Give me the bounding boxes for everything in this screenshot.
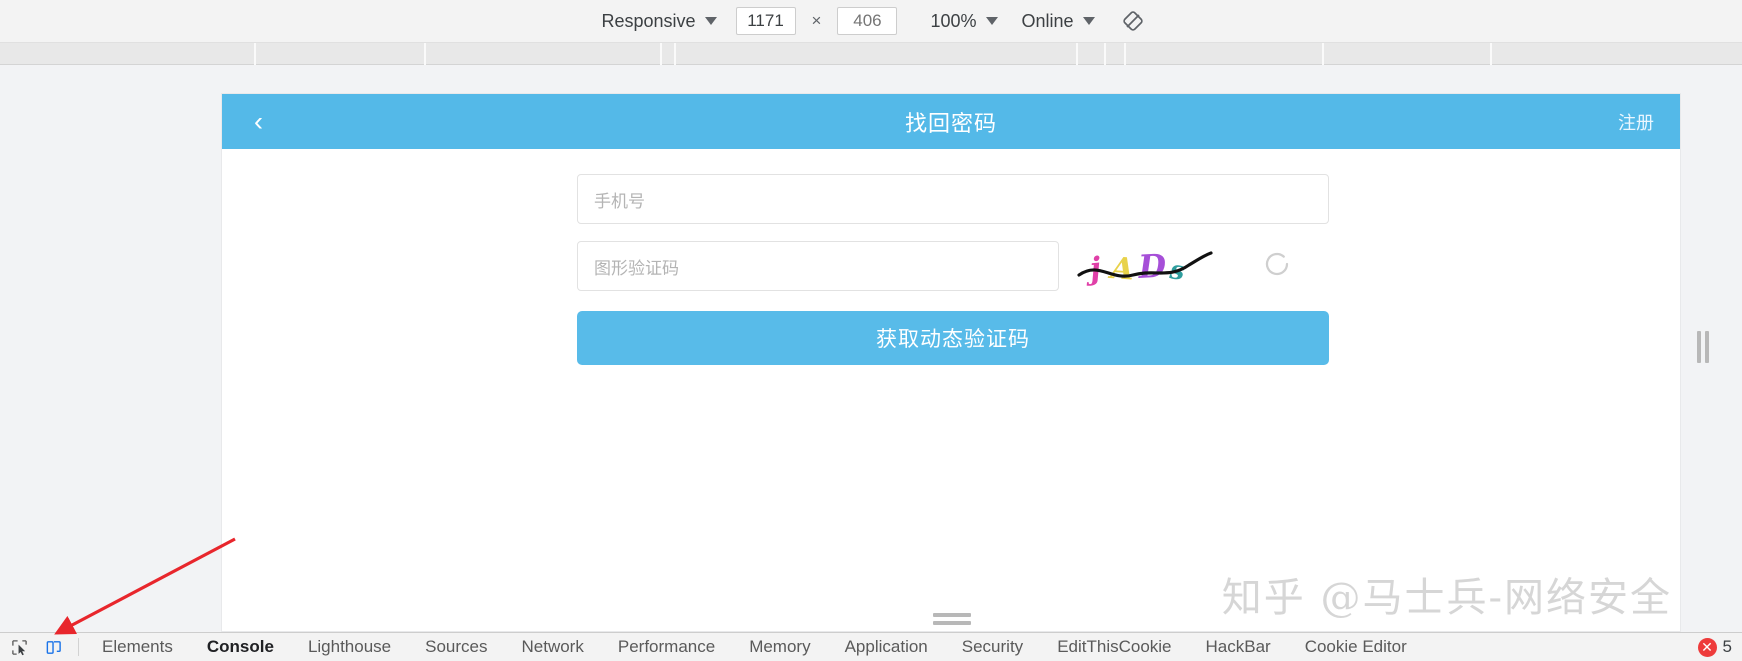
tab-lighthouse[interactable]: Lighthouse — [291, 633, 408, 661]
device-toolbar-icon — [46, 640, 61, 654]
captcha-input[interactable]: 图形验证码 — [577, 241, 1059, 291]
inspect-element-icon — [11, 639, 27, 655]
back-arrow-icon[interactable]: ‹ — [244, 104, 273, 139]
zoom-label: 100% — [930, 10, 977, 31]
get-verification-code-button[interactable]: 获取动态验证码 — [577, 311, 1329, 365]
dimension-separator: × — [811, 11, 822, 30]
tab-network[interactable]: Network — [505, 633, 601, 661]
emulated-viewport-area: ‹ 找回密码 注册 手机号 图形验证码 j A D s 获取动态验证码 知乎 @… — [0, 65, 1742, 632]
watermark: 知乎 @马士兵-网络安全 — [1221, 575, 1672, 621]
device-preset-dropdown[interactable]: Responsive — [596, 8, 721, 35]
tab-performance[interactable]: Performance — [601, 633, 732, 661]
browser-devtools-window: Responsive × 100% Online — [0, 0, 1742, 661]
viewport-resize-handle-right[interactable] — [1694, 329, 1712, 365]
svg-text:D: D — [1136, 247, 1167, 286]
toolbar-divider — [78, 638, 79, 656]
error-count: 5 — [1722, 637, 1732, 656]
app-header: ‹ 找回密码 注册 — [222, 94, 1680, 149]
chevron-down-icon — [1082, 17, 1095, 25]
captcha-input-placeholder: 图形验证码 — [594, 258, 679, 278]
tab-elements[interactable]: Elements — [85, 633, 190, 661]
error-badge-icon[interactable]: ✕ — [1697, 637, 1717, 657]
tab-application[interactable]: Application — [828, 633, 945, 661]
app-body: 手机号 图形验证码 j A D s 获取动态验证码 知乎 @马士兵-网络安全 — [222, 149, 1680, 631]
device-emulation-toolbar: Responsive × 100% Online — [0, 0, 1742, 43]
zoom-dropdown[interactable]: 100% — [925, 8, 1002, 35]
phone-input-placeholder: 手机号 — [594, 191, 645, 211]
tab-hackbar[interactable]: HackBar — [1189, 633, 1288, 661]
phone-input[interactable]: 手机号 — [577, 174, 1329, 224]
emulated-page-frame: ‹ 找回密码 注册 手机号 图形验证码 j A D s 获取动态验证码 知乎 @… — [222, 94, 1680, 631]
viewport-resize-handle-bottom[interactable] — [932, 612, 972, 626]
tab-sources[interactable]: Sources — [408, 633, 504, 661]
chevron-down-icon — [704, 17, 717, 25]
devtools-tabs: Elements Console Lighthouse Sources Netw… — [85, 633, 1424, 661]
throttling-dropdown[interactable]: Online — [1017, 8, 1100, 35]
captcha-image[interactable]: j A D s — [1077, 241, 1227, 291]
tab-cookie-editor[interactable]: Cookie Editor — [1288, 633, 1424, 661]
device-preset-label: Responsive — [601, 10, 696, 31]
chevron-down-icon — [985, 17, 998, 25]
viewport-height-input[interactable] — [837, 7, 898, 35]
tab-memory[interactable]: Memory — [732, 633, 827, 661]
inspect-element-button[interactable] — [6, 635, 32, 659]
devtools-tab-bar: Elements Console Lighthouse Sources Netw… — [0, 632, 1742, 661]
viewport-ruler — [0, 43, 1742, 65]
device-toolbar-toggle-button[interactable] — [40, 635, 66, 659]
rotate-icon[interactable] — [1120, 8, 1146, 34]
refresh-icon[interactable] — [1262, 249, 1292, 279]
page-title: 找回密码 — [904, 110, 997, 136]
tab-security[interactable]: Security — [945, 633, 1040, 661]
tab-editthiscookie[interactable]: EditThisCookie — [1040, 633, 1188, 661]
viewport-width-input[interactable] — [735, 7, 796, 35]
svg-text:A: A — [1106, 251, 1135, 288]
tab-console[interactable]: Console — [190, 633, 291, 661]
register-link[interactable]: 注册 — [1618, 109, 1654, 135]
throttling-label: Online — [1021, 10, 1074, 31]
